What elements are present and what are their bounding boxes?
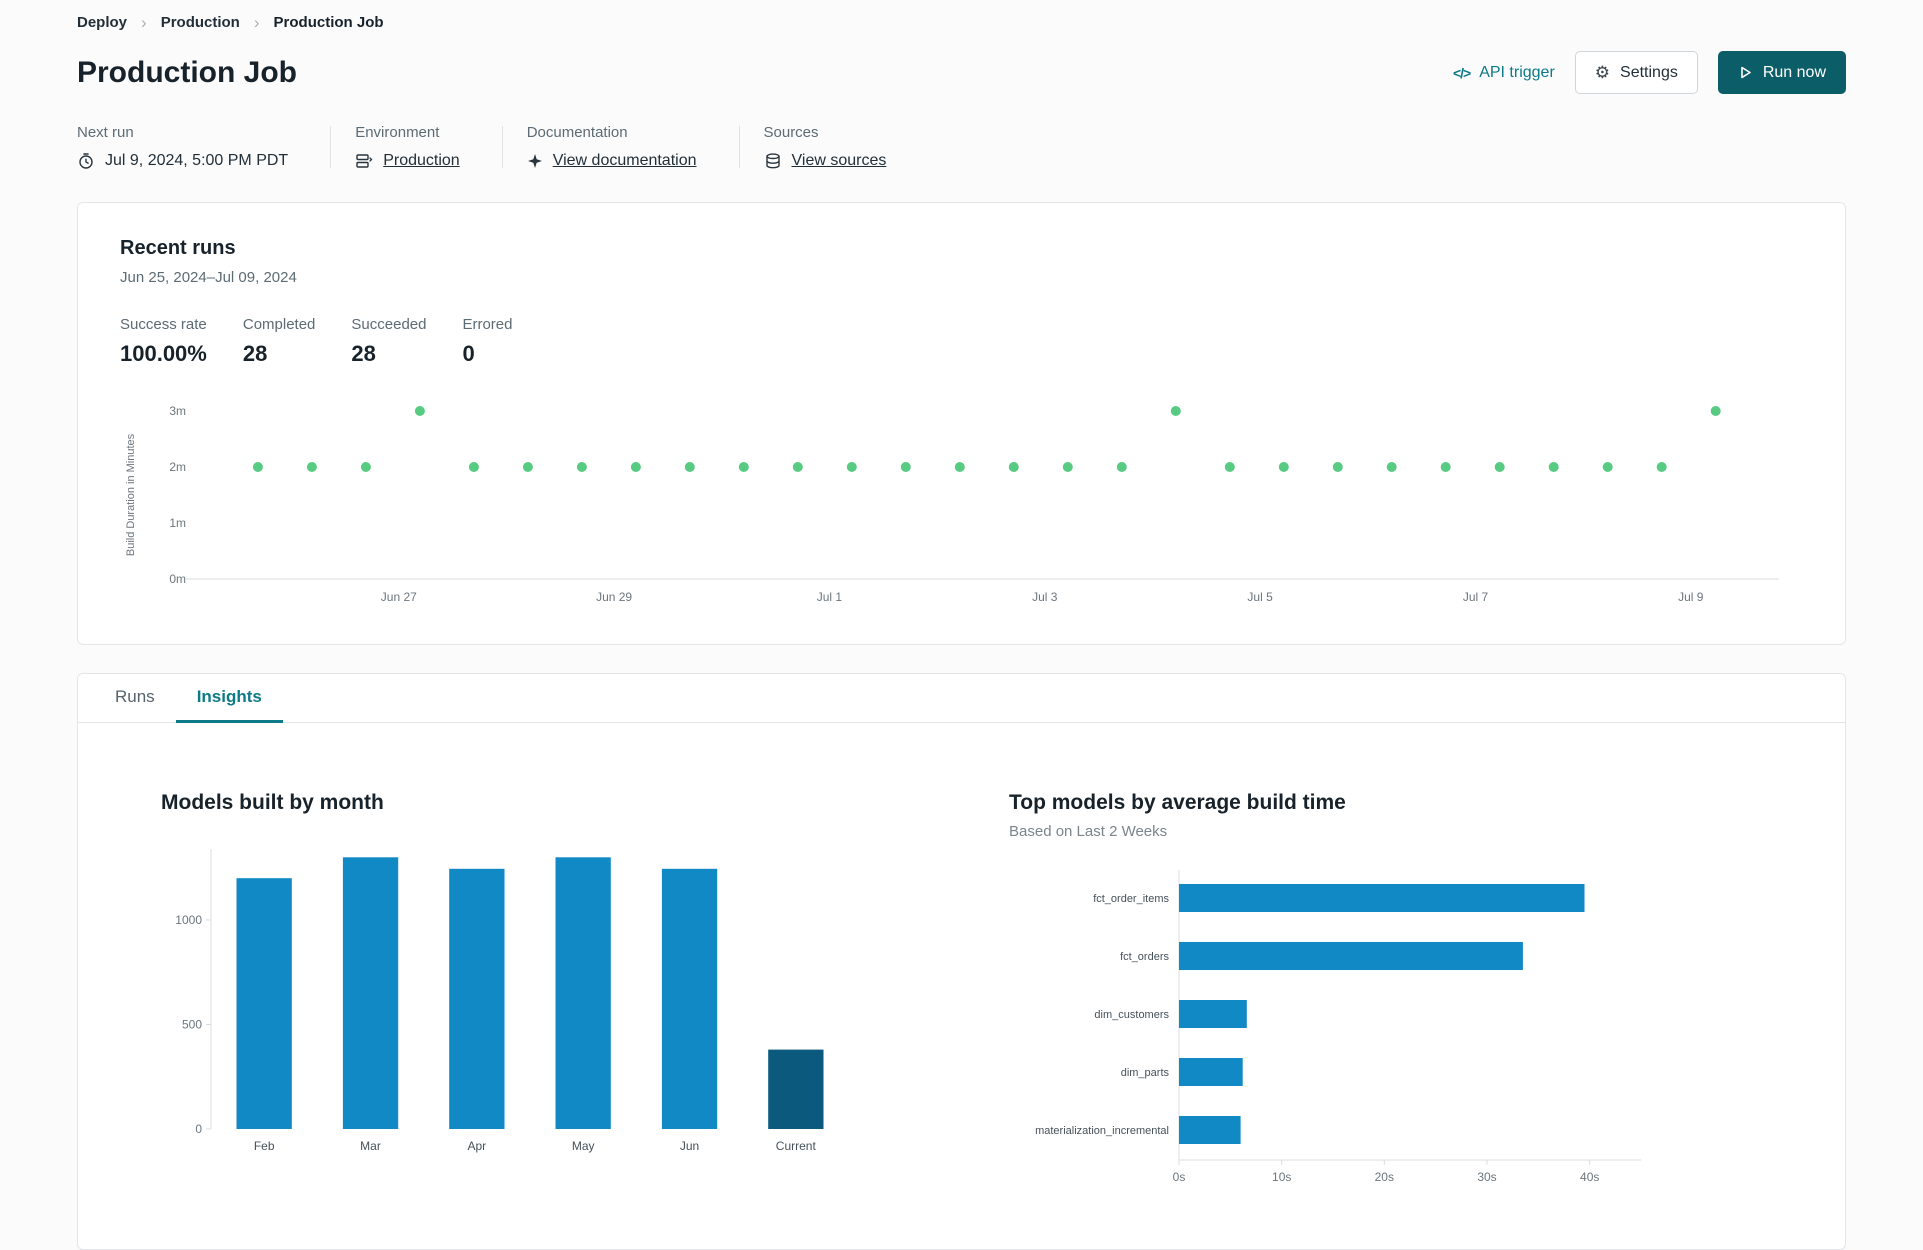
svg-text:May: May [572,1139,595,1153]
svg-text:Jun 29: Jun 29 [596,590,632,604]
view-sources-link[interactable]: View sources [792,152,887,170]
svg-text:20s: 20s [1375,1170,1394,1184]
breadcrumb-production[interactable]: Production [161,14,240,31]
meta-environment: Environment Production [331,124,502,170]
sources-label: Sources [763,124,819,141]
recent-runs-stats: Success rate 100.00% Completed 28 Succee… [120,316,1803,367]
svg-text:30s: 30s [1477,1170,1496,1184]
settings-button[interactable]: ⚙ Settings [1574,51,1698,94]
insights-body: Models built by month 0 500 1000 Feb Mar Apr M… [78,723,1845,1249]
stat-errored: Errored 0 [462,316,513,366]
svg-text:Mar: Mar [360,1139,381,1153]
svg-text:Jul 3: Jul 3 [1032,590,1058,604]
page-title: Production Job [77,55,297,89]
models-built-bar-chart: 0 500 1000 Feb Mar Apr May Jun Current [175,849,824,1153]
page-header: Production Job </> API trigger ⚙ Setting… [77,51,1846,94]
svg-text:40s: 40s [1580,1170,1599,1184]
job-meta-row: Next run Jul 9, 2024, 5:00 PM PDT Enviro… [77,124,1846,170]
svg-text:Jun 27: Jun 27 [381,590,417,604]
insights-panel: Runs Insights Models built by month 0 500… [77,673,1846,1250]
meta-next-run: Next run Jul 9, 2024, 5:00 PM PDT [77,124,330,170]
svg-text:500: 500 [182,1018,202,1032]
tab-bar: Runs Insights [78,674,1845,723]
chart-title-top-models: Top models by average build time [1009,791,1346,814]
svg-text:Jul 7: Jul 7 [1463,590,1489,604]
clock-icon [79,153,93,169]
svg-text:1m: 1m [169,516,186,530]
gear-icon: ⚙ [1594,63,1611,82]
environment-link[interactable]: Production [383,152,460,170]
documentation-icon [527,154,542,168]
chevron-right-icon: › [141,13,147,32]
run-now-label: Run now [1762,63,1826,81]
stat-succeeded: Succeeded 28 [351,316,427,366]
svg-text:1000: 1000 [175,913,202,927]
svg-text:0: 0 [195,1122,202,1136]
svg-text:Jul 9: Jul 9 [1678,590,1704,604]
header-actions: </> API trigger ⚙ Settings Run now [1453,51,1846,94]
database-icon [765,153,780,169]
settings-label: Settings [1620,63,1678,81]
api-trigger-label: API trigger [1479,63,1555,81]
run-now-button[interactable]: Run now [1717,51,1846,94]
top-models-section: Top models by average build time Based o… [1009,791,1805,1209]
top-models-hbar-chart: 0s 10s 20s 30s 40s fct_order_items fct_ordersd… [1035,870,1641,1184]
meta-documentation: Documentation View documentation [503,124,739,170]
breadcrumb-current: Production Job [273,14,384,31]
chart-title-models-built: Models built by month [161,791,384,814]
svg-text:Jul 5: Jul 5 [1247,590,1273,604]
svg-text:Apr: Apr [467,1139,486,1153]
meta-sources: Sources View sources [740,124,929,170]
documentation-label: Documentation [526,124,628,141]
tab-insights[interactable]: Insights [175,674,283,723]
svg-text:materialization_incremental: materialization_incremental [1035,1125,1169,1137]
view-documentation-link[interactable]: View documentation [553,152,697,170]
next-run-label: Next run [77,124,134,141]
recent-runs-card: Recent runs Jun 25, 2024–Jul 09, 2024 Su… [77,202,1846,645]
stat-success-rate: Success rate 100.00% [120,316,207,366]
svg-text:dim_parts: dim_parts [1121,1067,1170,1079]
api-trigger-link[interactable]: </> API trigger [1453,64,1555,82]
code-icon: </> [1452,64,1471,81]
breadcrumb: Deploy › Production › Production Job [77,14,1846,31]
environment-icon [356,154,373,168]
recent-runs-title: Recent runs [120,237,236,259]
svg-text:0s: 0s [1173,1170,1186,1184]
next-run-value: Jul 9, 2024, 5:00 PM PDT [105,152,289,169]
svg-text:fct_orders: fct_orders [1120,951,1169,963]
svg-text:Current: Current [776,1139,817,1153]
svg-text:Jul 1: Jul 1 [817,590,843,604]
tab-runs[interactable]: Runs [94,674,176,723]
page: Deploy › Production › Production Job Pro… [0,0,1923,1250]
svg-text:3m: 3m [169,404,186,418]
breadcrumb-deploy[interactable]: Deploy [77,14,127,31]
svg-text:Jun: Jun [680,1139,699,1153]
environment-label: Environment [355,124,440,141]
chart-subtitle-top-models: Based on Last 2 Weeks [1009,823,1168,840]
svg-text:fct_order_items: fct_order_items [1093,893,1169,905]
stat-completed: Completed 28 [242,316,316,366]
svg-text:10s: 10s [1272,1170,1291,1184]
svg-text:Build Duration in Minutes: Build Duration in Minutes [125,433,137,556]
build-duration-scatter-chart: 0m 1m 2m 3m Build Duration in Minutes Jun 27 J… [125,404,1779,604]
svg-text:2m: 2m [169,460,186,474]
models-built-section: Models built by month 0 500 1000 Feb Mar Apr M… [161,791,1009,1209]
recent-runs-date-range: Jun 25, 2024–Jul 09, 2024 [120,269,297,286]
svg-text:dim_customers: dim_customers [1094,1009,1169,1021]
svg-text:0m: 0m [169,572,186,586]
play-icon [1741,66,1751,79]
chevron-right-icon: › [253,13,260,32]
svg-text:Feb: Feb [254,1139,275,1153]
